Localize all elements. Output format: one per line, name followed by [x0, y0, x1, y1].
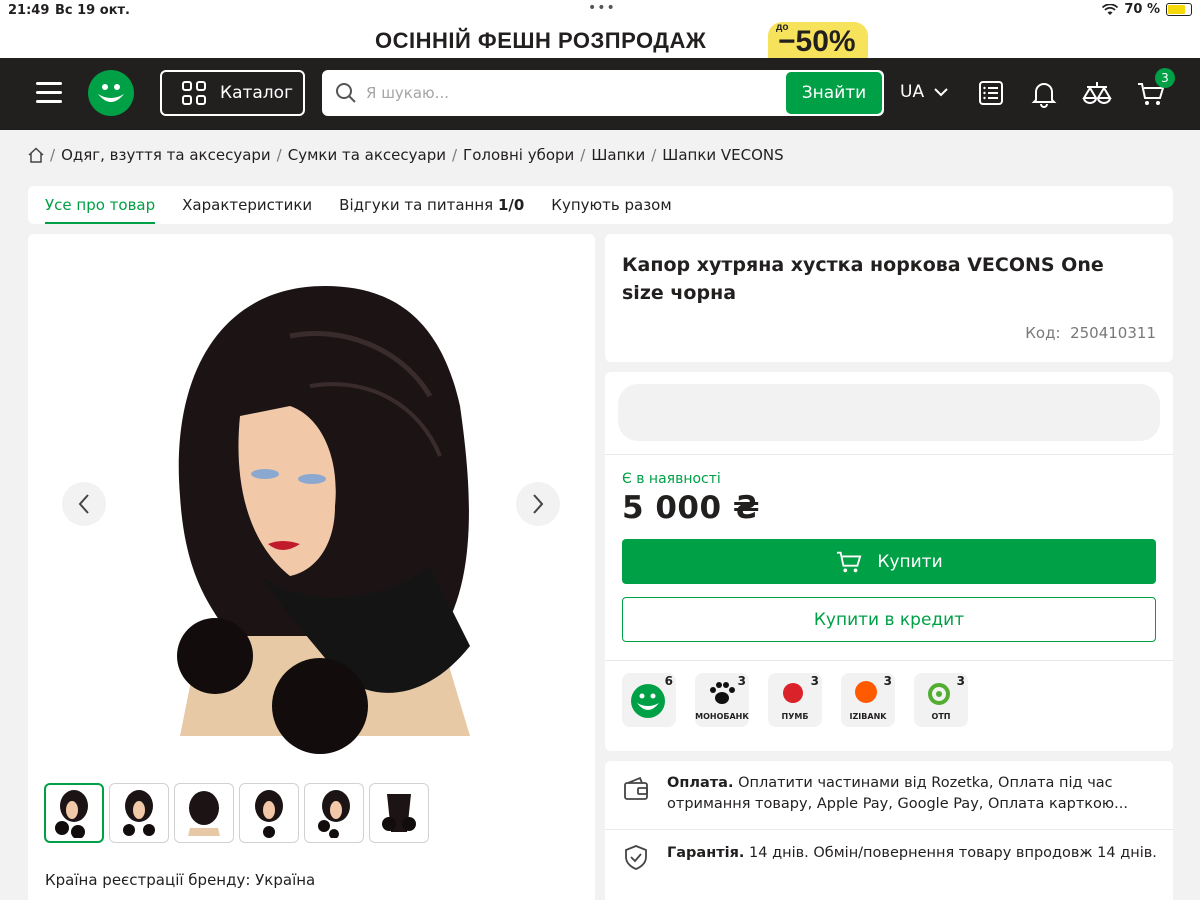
- loading-placeholder: [618, 384, 1160, 441]
- language-selector[interactable]: UA: [900, 82, 948, 102]
- product-title: Капор хутряна хустка норкова VECONS One …: [622, 254, 1104, 304]
- product-code: Код: 250410311: [1025, 324, 1156, 342]
- bell-icon[interactable]: [1029, 78, 1059, 108]
- tab-characteristics[interactable]: Характеристики: [182, 186, 312, 224]
- bank-label: МОНОБАНК: [695, 712, 749, 721]
- breadcrumb-item[interactable]: Сумки та аксесуари: [288, 146, 446, 164]
- product-tabs: Усе про товар Характеристики Відгуки та …: [28, 186, 1173, 224]
- buy-button[interactable]: Купити: [622, 539, 1156, 584]
- bank-label: ПУМБ: [781, 712, 809, 721]
- catalog-button[interactable]: Каталог: [160, 70, 305, 116]
- bank-izibank[interactable]: 3 IZIBANK: [841, 673, 895, 727]
- cart-icon: [837, 551, 862, 572]
- product-price: 5 000 ₴: [622, 490, 761, 526]
- wifi-icon: [1102, 3, 1119, 15]
- tab-reviews-count: 1/0: [497, 196, 525, 214]
- promo-discount-badge: до −50%: [768, 22, 868, 58]
- status-right: 70 %: [1102, 2, 1192, 17]
- order-list-icon[interactable]: [976, 78, 1006, 108]
- bank-label: ОТП: [931, 712, 951, 721]
- site-header: Каталог Знайти UA: [0, 58, 1200, 130]
- payment-warranty-card: Оплата. Оплатити частинами від Rozetka, …: [605, 761, 1173, 900]
- tab-bought-together[interactable]: Купують разом: [551, 186, 671, 224]
- bank-months: 3: [883, 674, 892, 688]
- availability-status: Є в наявності: [622, 471, 721, 487]
- breadcrumb-item[interactable]: Шапки VECONS: [662, 146, 783, 164]
- buy-credit-button[interactable]: Купити в кредит: [622, 597, 1156, 642]
- promo-text: ОСІННІЙ ФЕШН РОЗПРОДАЖ: [375, 28, 707, 53]
- home-icon[interactable]: [28, 147, 44, 163]
- product-main-image[interactable]: [140, 276, 510, 756]
- chevron-left-icon: [78, 494, 89, 514]
- search-button[interactable]: Знайти: [786, 72, 882, 114]
- breadcrumb-item[interactable]: Шапки: [591, 146, 645, 164]
- status-bar: 21:49 Вс 19 окт. ••• 70 %: [0, 0, 1200, 22]
- bank-label: IZIBANK: [849, 712, 887, 721]
- promo-banner[interactable]: ОСІННІЙ ФЕШН РОЗПРОДАЖ до −50%: [0, 22, 1200, 58]
- compare-scales-icon[interactable]: [1082, 78, 1112, 108]
- cart-count-badge: 3: [1155, 68, 1175, 88]
- breadcrumb-item[interactable]: Головні убори: [463, 146, 574, 164]
- wallet-icon: [624, 776, 648, 800]
- search-bar: Знайти: [322, 70, 884, 116]
- buy-card: Є в наявності 5 000 ₴ Купити Купити в кр…: [605, 372, 1173, 751]
- chevron-down-icon: [934, 87, 948, 96]
- battery-icon: [1166, 3, 1192, 16]
- tab-reviews-label: Відгуки та питання: [339, 196, 494, 214]
- bank-monobank[interactable]: 3 МОНОБАНК: [695, 673, 749, 727]
- product-title-card: Капор хутряна хустка норкова VECONS One …: [605, 234, 1173, 362]
- thumbnail[interactable]: [239, 783, 299, 843]
- bank-months: 3: [737, 674, 746, 688]
- thumbnail[interactable]: [109, 783, 169, 843]
- thumbnail[interactable]: [304, 783, 364, 843]
- tab-reviews[interactable]: Відгуки та питання 1/0: [339, 186, 524, 224]
- shield-check-icon: [625, 845, 647, 870]
- brand-country: Країна реєстрації бренду: Україна: [45, 871, 316, 889]
- product-code-value: 250410311: [1070, 324, 1156, 342]
- thumbnail-strip: [44, 783, 429, 843]
- warranty-info: Гарантія. 14 днів. Обмін/повернення това…: [667, 843, 1157, 864]
- catalog-label: Каталог: [220, 83, 294, 103]
- language-label: UA: [900, 82, 925, 102]
- thumbnail[interactable]: [174, 783, 234, 843]
- search-input[interactable]: [366, 70, 786, 116]
- battery-percent: 70 %: [1124, 2, 1160, 17]
- menu-icon[interactable]: [36, 82, 62, 104]
- breadcrumb-item[interactable]: Одяг, взуття та аксесуари: [61, 146, 271, 164]
- promo-discount: −50%: [778, 25, 856, 58]
- buy-button-label: Купити: [877, 551, 943, 572]
- bank-months: 3: [810, 674, 819, 688]
- status-date: Вс 19 окт.: [55, 3, 130, 18]
- thumbnail[interactable]: [369, 783, 429, 843]
- search-icon: [336, 83, 356, 103]
- bank-pumb[interactable]: 3 ПУМБ: [768, 673, 822, 727]
- status-time: 21:49: [8, 3, 50, 18]
- prev-image-button[interactable]: [62, 482, 106, 526]
- thumbnail[interactable]: [44, 783, 104, 843]
- product-code-label: Код:: [1025, 324, 1061, 342]
- chevron-right-icon: [533, 494, 544, 514]
- warranty-title: Гарантія.: [667, 845, 745, 861]
- bank-otp[interactable]: 3 ОТП: [914, 673, 968, 727]
- payment-text: Оплатити частинами від Rozetka, Оплата п…: [667, 775, 1128, 812]
- payment-title: Оплата.: [667, 775, 734, 791]
- bank-months: 6: [664, 674, 673, 688]
- breadcrumb: / Одяг, взуття та аксесуари / Сумки та а…: [28, 146, 784, 164]
- installment-banks: 6 3 МОНОБАНК 3 ПУМБ 3 IZIBANK 3 ОТП: [622, 673, 968, 727]
- next-image-button[interactable]: [516, 482, 560, 526]
- bank-rozetka[interactable]: 6: [622, 673, 676, 727]
- tab-all-about[interactable]: Усе про товар: [45, 186, 156, 224]
- warranty-text: 14 днів. Обмін/повернення товару впродов…: [749, 845, 1157, 861]
- multitask-dots-icon[interactable]: •••: [588, 0, 616, 16]
- bank-months: 3: [956, 674, 965, 688]
- catalog-grid-icon: [182, 81, 206, 105]
- product-gallery: Країна реєстрації бренду: Україна: [28, 234, 595, 900]
- payment-info: Оплата. Оплатити частинами від Rozetka, …: [667, 773, 1157, 815]
- rozetka-logo[interactable]: [88, 70, 134, 116]
